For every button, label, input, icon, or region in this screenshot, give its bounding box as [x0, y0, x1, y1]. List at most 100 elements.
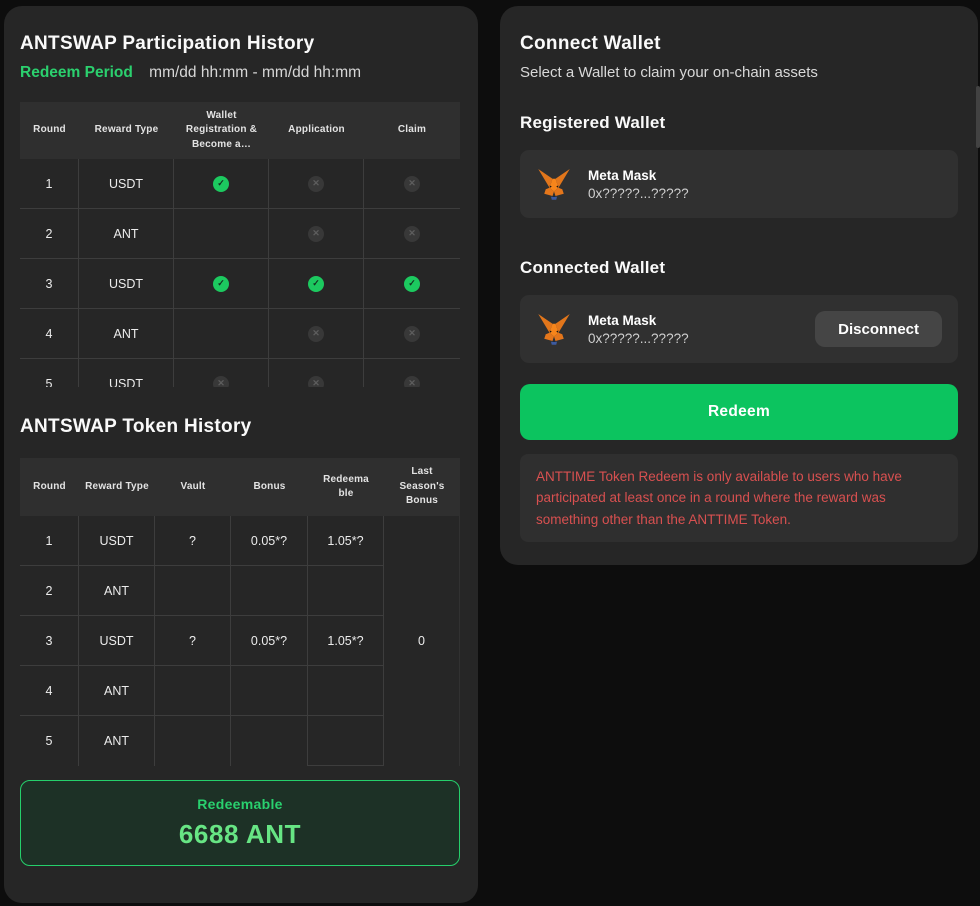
- bonus-cell: [231, 716, 308, 766]
- bonus-cell: [231, 666, 308, 716]
- round-cell: 5: [20, 716, 79, 766]
- application-status-cell: ✓: [269, 259, 364, 309]
- wallet-name: Meta Mask: [588, 168, 689, 183]
- column-header: Reward Type: [79, 458, 155, 516]
- registered-wallet-card[interactable]: Meta Mask 0x?????...?????: [520, 150, 958, 218]
- application-status-cell: ✕: [269, 359, 364, 387]
- reward-type-cell: ANT: [79, 309, 174, 359]
- redeem-warning-note: ANTTIME Token Redeem is only available t…: [520, 454, 958, 542]
- column-header: Vault: [155, 458, 231, 516]
- vault-cell: ?: [155, 616, 231, 666]
- page-scrollbar-thumb[interactable]: [976, 86, 980, 148]
- redeemable-amount: 6688 ANT: [179, 819, 301, 850]
- connect-wallet-panel: Connect Wallet Select a Wallet to claim …: [500, 6, 978, 565]
- reward-type-cell: USDT: [79, 359, 174, 387]
- application-status-cell: ✕: [269, 209, 364, 259]
- bonus-cell: 0.05*?: [231, 616, 308, 666]
- metamask-fox-icon: [536, 166, 572, 202]
- token-history-table: RoundReward TypeVaultBonusRedeemableLast…: [20, 458, 460, 766]
- wallet-registration-status-cell: ✕: [174, 359, 269, 387]
- round-cell: 3: [20, 616, 79, 666]
- column-header: Round: [20, 458, 79, 516]
- round-cell: 4: [20, 309, 79, 359]
- bonus-cell: 0.05*?: [231, 516, 308, 566]
- round-cell: 1: [20, 159, 79, 209]
- redeemable-cell: [308, 716, 384, 766]
- token-table-header: RoundReward TypeVaultBonusRedeemableLast…: [20, 458, 460, 516]
- cross-icon: ✕: [404, 176, 420, 192]
- application-status-cell: ✕: [269, 159, 364, 209]
- cross-icon: ✕: [404, 376, 420, 388]
- column-header: Claim: [364, 102, 460, 159]
- redeem-button[interactable]: Redeem: [520, 384, 958, 440]
- reward-type-cell: USDT: [79, 159, 174, 209]
- redeem-period-value: mm/dd hh:mm - mm/dd hh:mm: [149, 64, 361, 81]
- round-cell: 1: [20, 516, 79, 566]
- round-cell: 3: [20, 259, 79, 309]
- wallet-registration-status-cell: ✓: [174, 259, 269, 309]
- wallet-info: Meta Mask 0x?????...?????: [588, 168, 689, 201]
- token-history-title: ANTSWAP Token History: [20, 416, 460, 438]
- participation-table-body: 1USDT✓✕✕2ANT✕✕3USDT✓✓✓4ANT✕✕5USDT✕✕✕: [20, 159, 460, 387]
- wallet-address: 0x?????...?????: [588, 186, 689, 201]
- check-icon: ✓: [213, 176, 229, 192]
- redeemable-summary-box: Redeemable 6688 ANT: [20, 780, 460, 866]
- redeem-period-label: Redeem Period: [20, 64, 133, 81]
- redeemable-cell: 1.05*?: [308, 516, 384, 566]
- cross-icon: ✕: [308, 176, 324, 192]
- disconnect-button[interactable]: Disconnect: [815, 311, 942, 347]
- connected-wallet-card[interactable]: Meta Mask 0x?????...????? Disconnect: [520, 295, 958, 363]
- wallet-info: Meta Mask 0x?????...?????: [588, 313, 689, 346]
- token-table-body: 01USDT?0.05*?1.05*?2ANT3USDT?0.05*?1.05*…: [20, 516, 460, 766]
- cross-icon: ✕: [213, 376, 229, 388]
- redeemable-cell: [308, 666, 384, 716]
- connected-wallet-heading: Connected Wallet: [520, 258, 958, 278]
- cross-icon: ✕: [308, 376, 324, 388]
- reward-type-cell: ANT: [79, 716, 155, 766]
- participation-table-header: RoundReward TypeWallet Registration & Be…: [20, 102, 460, 159]
- metamask-fox-icon: [536, 311, 572, 347]
- check-icon: ✓: [213, 276, 229, 292]
- last-seasons-bonus-cell: 0: [384, 516, 460, 766]
- connect-wallet-subtitle: Select a Wallet to claim your on-chain a…: [520, 64, 958, 81]
- claim-status-cell: ✓: [364, 259, 460, 309]
- vault-cell: [155, 666, 231, 716]
- claim-status-cell: ✕: [364, 209, 460, 259]
- wallet-registration-status-cell: [174, 209, 269, 259]
- vault-cell: ?: [155, 516, 231, 566]
- round-cell: 2: [20, 209, 79, 259]
- claim-status-cell: ✕: [364, 309, 460, 359]
- claim-status-cell: ✕: [364, 159, 460, 209]
- check-icon: ✓: [404, 276, 420, 292]
- participation-table[interactable]: RoundReward TypeWallet Registration & Be…: [20, 102, 460, 387]
- connect-wallet-title: Connect Wallet: [520, 33, 958, 55]
- cross-icon: ✕: [308, 226, 324, 242]
- wallet-name: Meta Mask: [588, 313, 689, 328]
- wallet-registration-status-cell: [174, 309, 269, 359]
- reward-type-cell: USDT: [79, 616, 155, 666]
- vault-cell: [155, 566, 231, 616]
- reward-type-cell: ANT: [79, 566, 155, 616]
- application-status-cell: ✕: [269, 309, 364, 359]
- column-header: Application: [269, 102, 364, 159]
- reward-type-cell: ANT: [79, 209, 174, 259]
- vault-cell: [155, 716, 231, 766]
- cross-icon: ✕: [404, 226, 420, 242]
- column-header: Wallet Registration & Become a…: [174, 102, 269, 159]
- column-header: Bonus: [231, 458, 308, 516]
- reward-type-cell: USDT: [79, 259, 174, 309]
- redeemable-cell: [308, 566, 384, 616]
- bonus-cell: [231, 566, 308, 616]
- round-cell: 2: [20, 566, 79, 616]
- column-header: Last Season's Bonus: [384, 458, 460, 516]
- column-header: Redeemable: [308, 458, 384, 516]
- redeemable-cell: 1.05*?: [308, 616, 384, 666]
- wallet-address: 0x?????...?????: [588, 331, 689, 346]
- round-cell: 4: [20, 666, 79, 716]
- check-icon: ✓: [308, 276, 324, 292]
- participation-history-title: ANTSWAP Participation History: [20, 33, 460, 55]
- cross-icon: ✕: [308, 326, 324, 342]
- reward-type-cell: USDT: [79, 516, 155, 566]
- claim-status-cell: ✕: [364, 359, 460, 387]
- registered-wallet-heading: Registered Wallet: [520, 113, 958, 133]
